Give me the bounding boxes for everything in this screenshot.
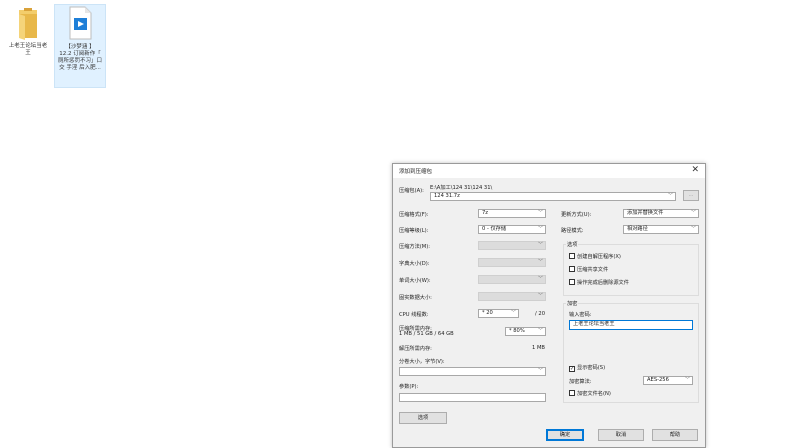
chevron-down-icon: ﹀	[690, 226, 696, 232]
archive-label: 压缩包(A):	[399, 188, 424, 194]
chevron-down-icon: ﹀	[667, 193, 673, 199]
archive-path: E:\A加工\124 31\124 31\	[430, 185, 493, 191]
chevron-down-icon: ﹀	[537, 328, 543, 334]
split-size-combo[interactable]: ﹀	[399, 367, 546, 376]
options-button[interactable]: 选项	[399, 412, 447, 424]
path-mode-value: 相对路径	[627, 226, 648, 232]
chevron-down-icon: ﹀	[537, 242, 543, 248]
path-mode-select[interactable]: 相对路径 ﹀	[623, 225, 699, 234]
show-password-label: 显示密码(S)	[577, 365, 606, 371]
shared-files-label: 压缩共享文件	[577, 267, 609, 273]
encryption-method-label: 加密算法:	[569, 379, 592, 385]
method-select: ﹀	[478, 241, 546, 250]
show-password-checkbox[interactable]: ✓ 显示密码(S)	[569, 364, 605, 372]
help-button[interactable]: 帮助	[652, 429, 698, 441]
level-value: 0 - 仅存储	[482, 226, 507, 232]
decompress-memory-label: 解压所需内存:	[399, 346, 432, 352]
level-select[interactable]: 0 - 仅存储 ﹀	[478, 225, 546, 234]
chevron-down-icon: ﹀	[537, 293, 543, 299]
chevron-down-icon: ﹀	[537, 226, 543, 232]
split-size-label: 分卷大小，字节(V):	[399, 359, 445, 365]
desktop-icon-video-file[interactable]: 【沙梦涵 】 12.2 订阅新作「 厕所惩罚不习」口 交 手淫 后入肥...	[54, 4, 106, 88]
encryption-method-value: AES-256	[647, 377, 669, 383]
update-mode-label: 更新方式(U):	[561, 212, 592, 218]
encryption-group-title: 加密	[566, 300, 579, 307]
dict-size-label: 字典大小(D):	[399, 261, 430, 267]
encryption-method-select[interactable]: AES-256 ﹀	[643, 376, 693, 385]
params-label: 参数(P):	[399, 384, 419, 390]
path-mode-label: 路径模式:	[561, 228, 584, 234]
memory-value: * 80%	[509, 328, 525, 334]
threads-label: CPU 线程数:	[399, 312, 429, 318]
archive-name-value: 124 31.7z	[434, 193, 460, 199]
encrypt-names-checkbox[interactable]: 加密文件名(N)	[569, 390, 611, 397]
decompress-memory-value: 1 MB	[532, 345, 545, 351]
options-group-title: 选项	[566, 241, 579, 248]
chevron-down-icon: ﹀	[537, 276, 543, 282]
chevron-down-icon: ﹀	[537, 259, 543, 265]
method-label: 压缩方法(M):	[399, 244, 431, 250]
sfx-label: 创建自解压程序(X)	[577, 254, 621, 260]
dialog-title: 添加到压缩包	[399, 169, 433, 175]
chevron-down-icon: ﹀	[690, 210, 696, 216]
threads-max: / 20	[535, 311, 545, 317]
folder-icon	[13, 4, 43, 40]
memory-detail: 1 MB / 51 GB / 64 GB	[399, 331, 454, 337]
desktop-icon-folder[interactable]: 上老王论坛当老 王	[2, 4, 54, 57]
word-size-label: 单词大小(W):	[399, 278, 431, 284]
add-to-archive-dialog: 添加到压缩包 ✕ 压缩包(A): E:\A加工\124 31\124 31\ 1…	[392, 163, 706, 448]
format-value: 7z	[482, 210, 489, 216]
dict-size-select: ﹀	[478, 258, 546, 267]
checkbox-unchecked-icon	[569, 253, 575, 259]
shared-files-checkbox[interactable]: 压缩共享文件	[569, 266, 608, 273]
desktop-icon-label: 【沙梦涵 】 12.2 订阅新作「 厕所惩罚不习」口 交 手淫 后入肥...	[57, 44, 102, 71]
memory-select[interactable]: * 80% ﹀	[505, 327, 546, 336]
sfx-checkbox[interactable]: 创建自解压程序(X)	[569, 253, 621, 260]
desktop: 上老王论坛当老 王 【沙梦涵 】 12.2 订阅新作「 厕所惩罚不习」口 交 手…	[0, 0, 800, 448]
ok-button[interactable]: 确定	[546, 429, 584, 441]
chevron-down-icon: ﹀	[684, 377, 690, 383]
checkbox-checked-icon: ✓	[569, 366, 575, 372]
checkbox-unchecked-icon	[569, 390, 575, 396]
chevron-down-icon: ﹀	[537, 210, 543, 216]
video-file-icon	[65, 5, 95, 41]
delete-after-label: 操作完成后删除源文件	[577, 280, 629, 286]
solid-size-label: 固实数据大小:	[399, 295, 432, 301]
threads-select[interactable]: * 20 ﹀	[478, 309, 519, 318]
cancel-button[interactable]: 取消	[598, 429, 644, 441]
browse-button[interactable]: ...	[683, 190, 699, 201]
encryption-group	[563, 303, 699, 403]
word-size-select: ﹀	[478, 275, 546, 284]
desktop-icon-label: 上老王论坛当老 王	[8, 43, 48, 56]
encrypt-names-label: 加密文件名(N)	[577, 391, 611, 397]
checkbox-unchecked-icon	[569, 279, 575, 285]
dialog-titlebar: 添加到压缩包 ✕	[393, 164, 705, 178]
update-mode-value: 添加并替换文件	[627, 210, 664, 216]
delete-after-checkbox[interactable]: 操作完成后删除源文件	[569, 279, 629, 286]
chevron-down-icon: ﹀	[537, 368, 543, 374]
solid-size-select: ﹀	[478, 292, 546, 301]
password-input[interactable]: 上老王论坛当老王	[569, 320, 693, 330]
password-label: 输入密码:	[569, 312, 592, 318]
format-select[interactable]: 7z ﹀	[478, 209, 546, 218]
threads-value: * 20	[482, 310, 493, 316]
params-input[interactable]	[399, 393, 546, 402]
update-mode-select[interactable]: 添加并替换文件 ﹀	[623, 209, 699, 218]
format-label: 压缩格式(F):	[399, 212, 429, 218]
level-label: 压缩等级(L):	[399, 228, 429, 234]
chevron-down-icon: ﹀	[510, 310, 516, 316]
archive-name-combo[interactable]: 124 31.7z ﹀	[430, 192, 676, 201]
close-icon[interactable]: ✕	[691, 165, 699, 175]
checkbox-unchecked-icon	[569, 266, 575, 272]
